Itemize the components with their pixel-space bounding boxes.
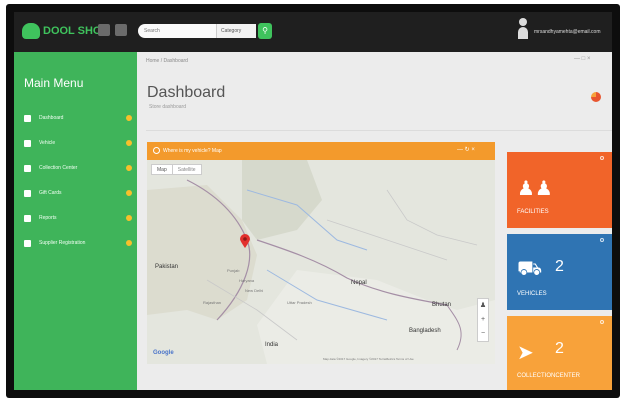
zoom-in-button[interactable]: +	[478, 313, 488, 327]
badge-dot	[126, 215, 132, 221]
sidebar-item-label: Dashboard	[39, 115, 64, 121]
badge-dot	[126, 190, 132, 196]
tile-vehicles[interactable]: ⛟ 2 VEHICLES	[507, 234, 612, 310]
sidebar: Main Menu Dashboard Vehicle Collection C…	[14, 52, 137, 390]
tile-collectioncenter[interactable]: ➤ 2 COLLECTIONCENTER	[507, 316, 612, 390]
zoom-controls: ♟ + −	[477, 298, 489, 342]
badge-dot	[126, 165, 132, 171]
tile-corner-icon	[600, 238, 604, 242]
pie-chart-icon[interactable]	[591, 92, 601, 102]
tile-label: FACILITIES	[517, 209, 549, 215]
users-icon: ♟♟	[517, 178, 553, 200]
badge-dot	[126, 140, 132, 146]
app-screen: DOOL SHOP Search Category ⚲ mrsandhyameh…	[14, 12, 612, 390]
user-avatar-icon[interactable]	[518, 18, 528, 42]
map-panel: Where is my vehicle? Map — ↻ × Map Satel…	[147, 142, 495, 364]
map-panel-header: Where is my vehicle? Map — ↻ ×	[147, 142, 495, 160]
tile-value: 2	[555, 258, 564, 275]
map-label-india: India	[265, 342, 279, 348]
map-label-bhutan: Bhutan	[432, 302, 452, 308]
sidebar-item-label: Vehicle	[39, 140, 56, 146]
sidebar-item-supplier-registration[interactable]: Supplier Registration	[24, 237, 132, 249]
monitor-frame: DOOL SHOP Search Category ⚲ mrsandhyameh…	[6, 4, 620, 398]
sidebar-item-label: Collection Center	[39, 165, 78, 171]
chart-icon	[24, 214, 31, 222]
search-input[interactable]: Search	[138, 24, 228, 38]
tile-value: 2	[555, 340, 564, 357]
brand-logo[interactable]: DOOL SHOP	[22, 23, 109, 39]
breadcrumb[interactable]: Home / Dashboard	[146, 58, 188, 64]
google-logo[interactable]: Google	[153, 350, 174, 356]
sidebar-item-gift-cards[interactable]: Gift Cards	[24, 187, 132, 199]
search-icon: ⚲	[262, 26, 268, 35]
truck-icon: ⛟	[517, 258, 543, 280]
sidebar-item-label: Supplier Registration	[39, 240, 86, 246]
sidebar-title: Main Menu	[24, 76, 84, 90]
globe-icon	[153, 147, 160, 154]
map-type-toggle[interactable]: Map Satellite	[151, 164, 202, 175]
window-controls-icon[interactable]: — □ ×	[574, 56, 590, 62]
category-select[interactable]: Category	[216, 24, 256, 38]
map-label-new-delhi: New Delhi	[245, 288, 264, 293]
car-icon	[24, 139, 31, 147]
user-email-menu[interactable]: mrsandhyamehta@email.com	[534, 29, 601, 35]
map-label-haryana: Haryana	[239, 278, 255, 283]
pegman-icon[interactable]: ♟	[478, 299, 488, 313]
sidebar-item-dashboard[interactable]: Dashboard	[24, 112, 132, 124]
panel-controls-icon[interactable]: — ↻ ×	[457, 146, 475, 153]
search-button[interactable]: ⚲	[258, 23, 272, 39]
tile-corner-icon	[600, 156, 604, 160]
map-icon	[24, 164, 31, 172]
map-panel-title: Where is my vehicle? Map	[163, 148, 222, 154]
tile-label: COLLECTIONCENTER	[517, 373, 581, 379]
header-divider	[146, 130, 612, 131]
grid-icon[interactable]	[98, 24, 110, 36]
map-label-nepal: Nepal	[351, 280, 367, 286]
map-view[interactable]: Map Satellite Pakistan Nepal Bhutan Bang…	[147, 160, 495, 364]
sidebar-item-label: Reports	[39, 215, 57, 221]
map-label-pakistan: Pakistan	[155, 264, 179, 270]
menu-icon[interactable]	[115, 24, 127, 36]
home-icon	[24, 114, 31, 122]
map-type-map[interactable]: Map	[152, 165, 172, 174]
brand-icon	[22, 23, 40, 39]
location-pin-icon[interactable]	[240, 234, 250, 248]
badge-dot	[126, 240, 132, 246]
badge-dot	[126, 115, 132, 121]
map-attribution[interactable]: Map data ©2017 Google, Imagery ©2017 Ter…	[323, 357, 414, 361]
map-terrain	[147, 160, 495, 364]
map-label-rajasthan: Rajasthan	[203, 300, 222, 305]
paper-plane-icon: ➤	[517, 342, 534, 364]
sidebar-item-vehicle[interactable]: Vehicle	[24, 137, 132, 149]
tile-corner-icon	[600, 320, 604, 324]
map-label-punjab: Punjab	[227, 268, 240, 273]
tile-facilities[interactable]: ♟♟ FACILITIES	[507, 152, 612, 228]
card-icon	[24, 189, 31, 197]
sidebar-item-reports[interactable]: Reports	[24, 212, 132, 224]
page-title: Dashboard	[147, 84, 226, 101]
map-label-bangladesh: Bangladesh	[409, 328, 441, 334]
map-type-satellite[interactable]: Satellite	[171, 165, 201, 174]
sidebar-item-collection-center[interactable]: Collection Center	[24, 162, 132, 174]
tile-label: VEHICLES	[517, 291, 547, 297]
user-plus-icon	[24, 239, 31, 247]
sidebar-item-label: Gift Cards	[39, 190, 62, 196]
page-subtitle: Store dashboard	[149, 104, 186, 110]
zoom-out-button[interactable]: −	[478, 327, 488, 341]
map-label-uttar-pradesh: Uttar Pradesh	[287, 300, 312, 305]
top-bar: DOOL SHOP Search Category ⚲ mrsandhyameh…	[14, 12, 612, 52]
